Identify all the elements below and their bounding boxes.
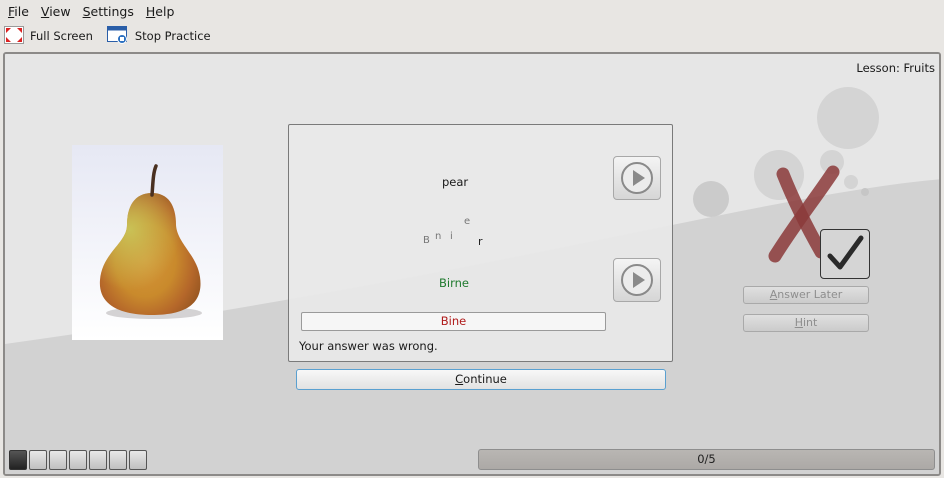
stop-practice-label: Stop Practice bbox=[134, 29, 211, 43]
menu-settings[interactable]: Settings bbox=[77, 4, 140, 19]
play-icon bbox=[621, 162, 653, 194]
practice-area: Lesson: Fruits pear B n i e r Birne Bine… bbox=[3, 52, 941, 476]
full-screen-button[interactable]: Full Screen bbox=[4, 25, 93, 47]
answer-later-label: nswer Later bbox=[777, 288, 843, 301]
box-indicator bbox=[89, 450, 107, 470]
menu-help-mnemonic: H bbox=[145, 3, 156, 19]
full-screen-icon bbox=[4, 25, 24, 47]
continue-button[interactable]: Continue bbox=[296, 369, 666, 390]
continue-mnemonic: C bbox=[455, 372, 464, 386]
box-indicator bbox=[29, 450, 47, 470]
hint-label: int bbox=[802, 316, 818, 329]
box-indicator bbox=[9, 450, 27, 470]
menu-help-label: elp bbox=[155, 3, 175, 19]
hint-mnemonic: H bbox=[794, 316, 803, 329]
feedback-text: Your answer was wrong. bbox=[299, 339, 438, 353]
hint-letter: i bbox=[450, 231, 453, 242]
question-word: pear bbox=[442, 175, 469, 189]
box-indicator bbox=[109, 450, 127, 470]
menu-file-label: ile bbox=[14, 3, 29, 19]
answer-later-button[interactable]: Answer Later bbox=[743, 286, 869, 304]
progress-bar: 0/5 bbox=[478, 449, 935, 470]
stop-practice-button[interactable]: Stop Practice bbox=[106, 25, 211, 47]
progress-text: 0/5 bbox=[697, 452, 716, 466]
answer-input[interactable]: Bine bbox=[301, 312, 606, 331]
play-icon bbox=[621, 264, 653, 296]
full-screen-label: Full Screen bbox=[30, 29, 93, 43]
hint-button[interactable]: Hint bbox=[743, 314, 869, 332]
hint-letter: r bbox=[478, 235, 483, 248]
box-indicator bbox=[129, 450, 147, 470]
play-solution-audio-button[interactable] bbox=[613, 258, 661, 302]
practice-card: pear B n i e r Birne Bine Your answer wa… bbox=[288, 124, 673, 362]
menu-view[interactable]: View bbox=[35, 4, 77, 19]
pear-image bbox=[72, 145, 223, 340]
box-indicator bbox=[49, 450, 67, 470]
menu-bar: File View Settings Help bbox=[0, 0, 944, 22]
menu-file[interactable]: File bbox=[2, 4, 35, 19]
menu-view-label: iew bbox=[49, 3, 71, 19]
menu-help[interactable]: Help bbox=[140, 4, 181, 19]
box-indicator bbox=[69, 450, 87, 470]
hint-letter: n bbox=[435, 231, 442, 242]
toolbar: Full Screen Stop Practice bbox=[0, 22, 944, 50]
stop-practice-icon bbox=[106, 25, 129, 47]
lesson-title: Lesson: Fruits bbox=[856, 61, 935, 75]
hint-letter: e bbox=[464, 216, 471, 227]
hint-letter: B bbox=[423, 235, 430, 246]
solution-word: Birne bbox=[439, 276, 469, 290]
checkmark-icon bbox=[827, 235, 864, 270]
continue-label: ontinue bbox=[463, 372, 507, 386]
correct-check-button[interactable] bbox=[820, 229, 870, 279]
menu-settings-label: ettings bbox=[90, 3, 134, 19]
menu-view-mnemonic: V bbox=[40, 3, 50, 19]
box-indicators bbox=[9, 450, 149, 470]
menu-settings-mnemonic: S bbox=[82, 3, 91, 19]
play-question-audio-button[interactable] bbox=[613, 156, 661, 200]
